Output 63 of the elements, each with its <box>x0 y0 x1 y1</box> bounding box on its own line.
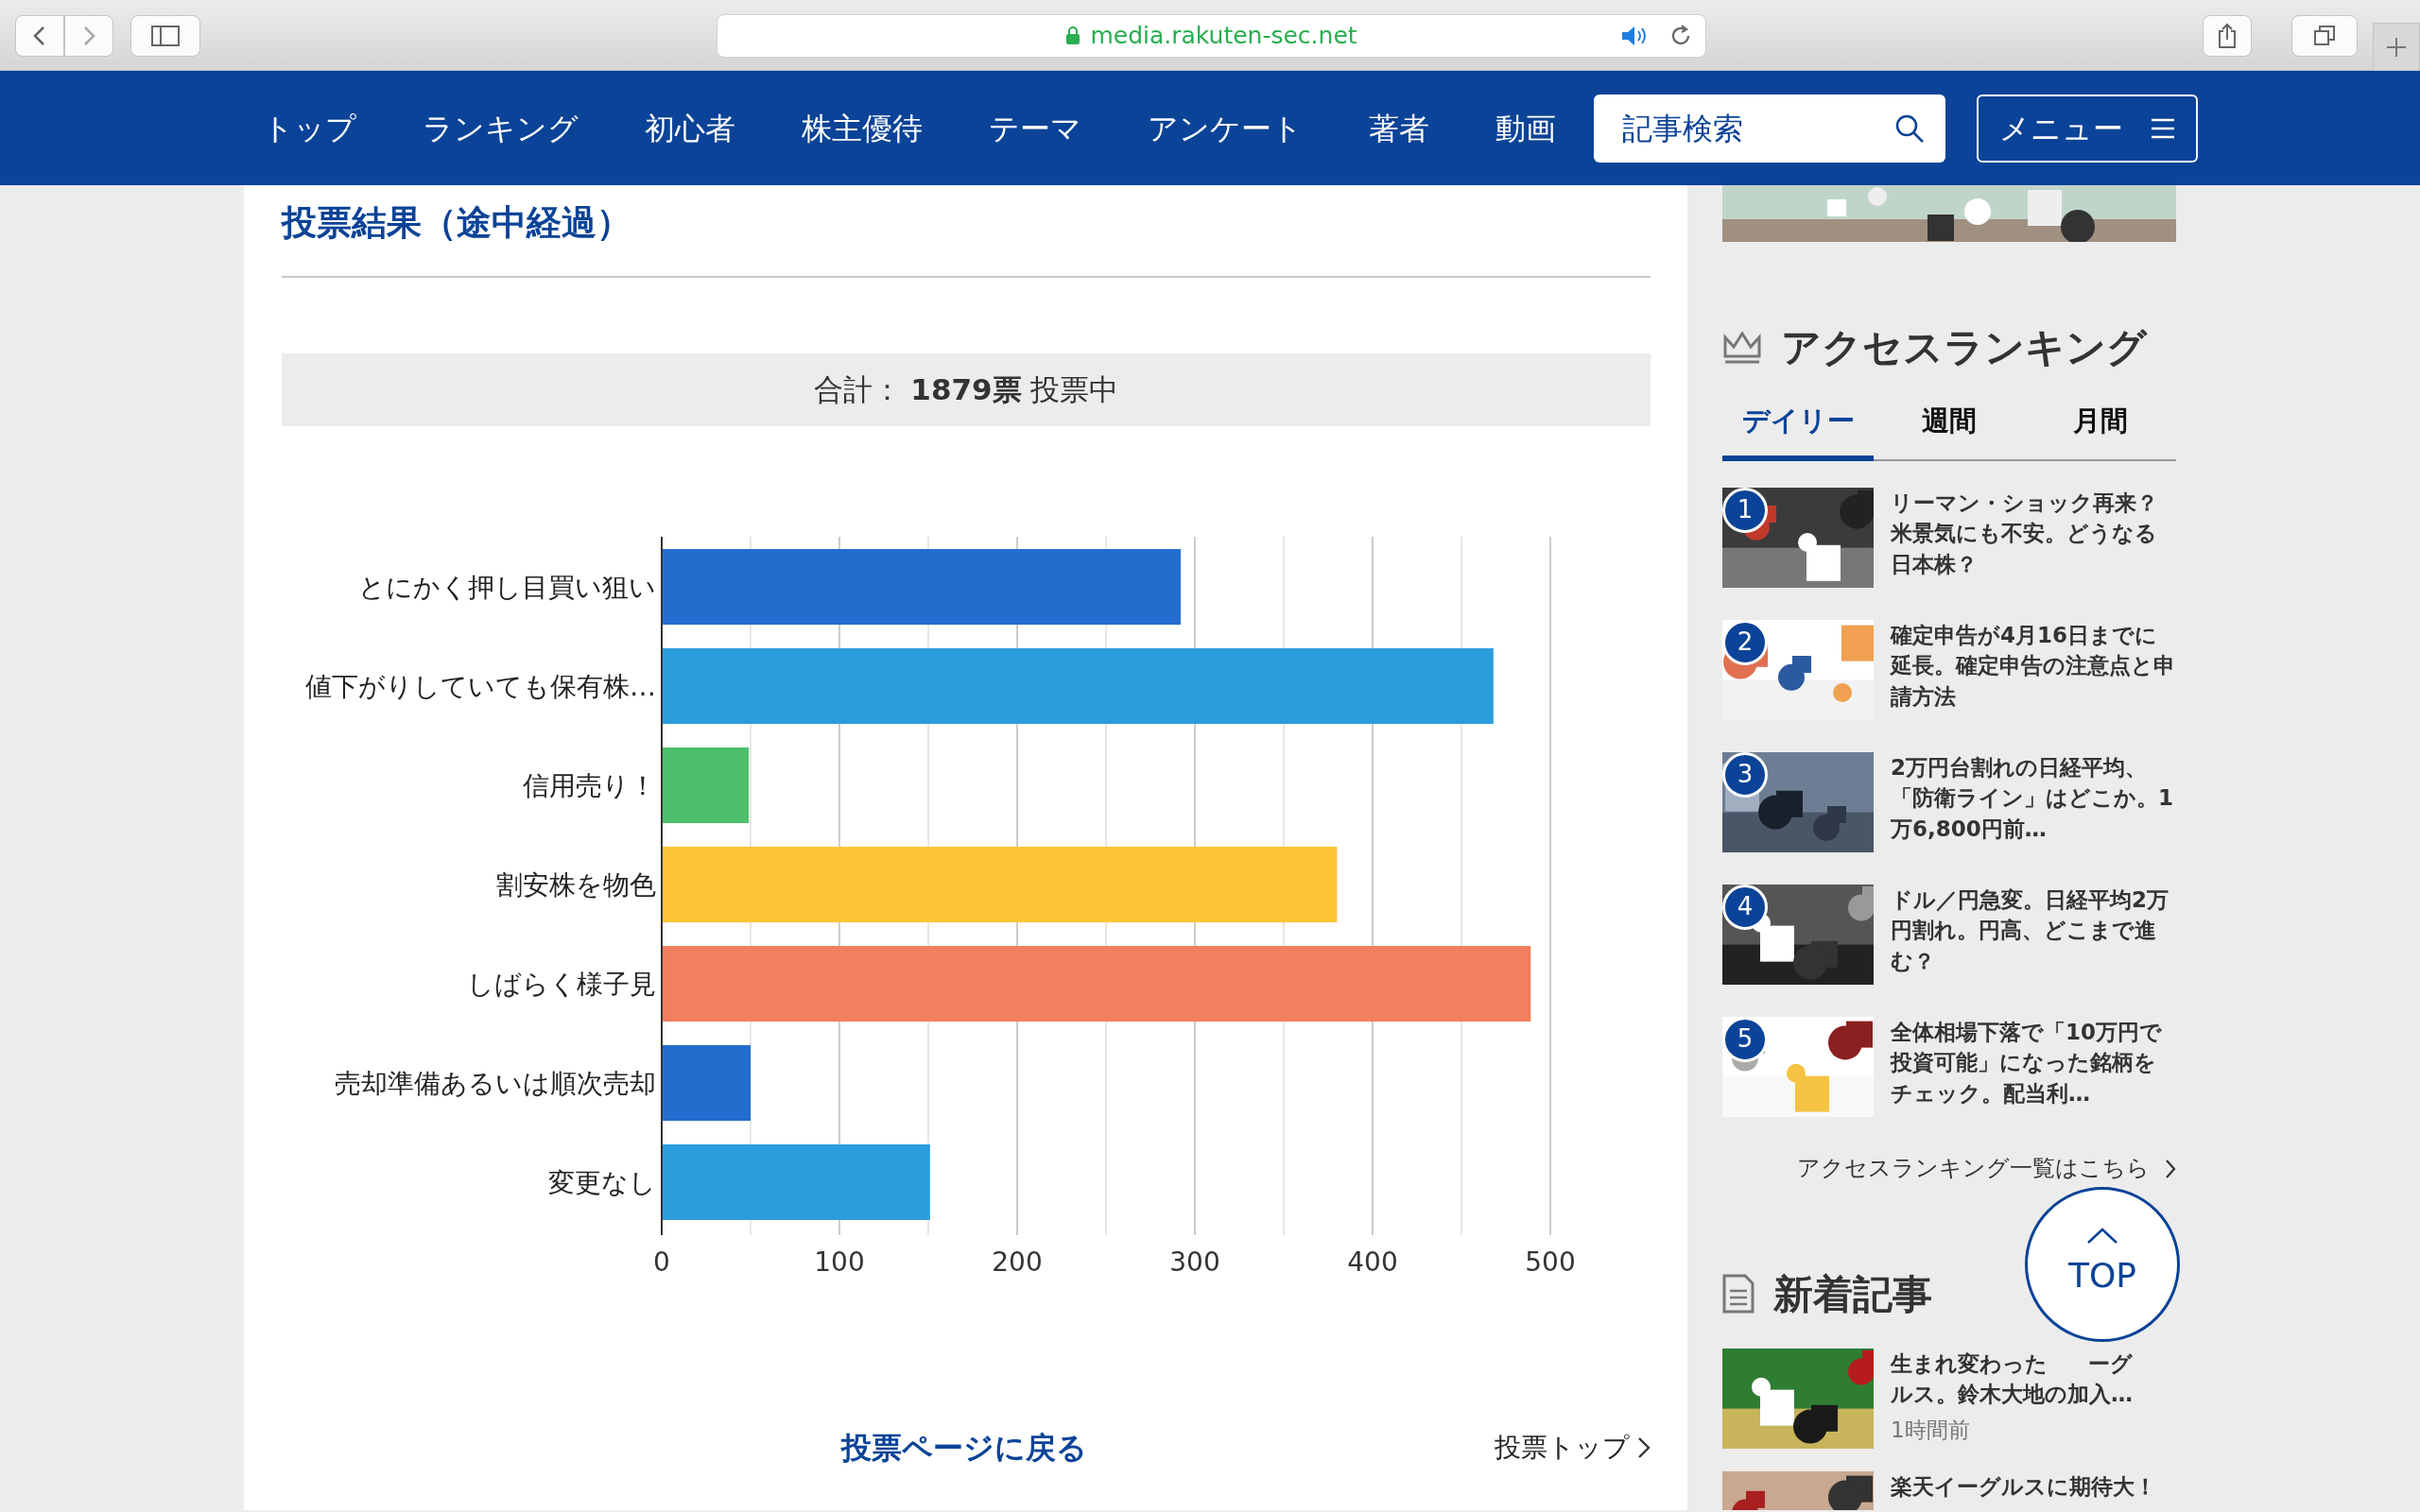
category-label: 変更なし <box>548 1166 656 1198</box>
nav-link[interactable]: 株主優待 <box>802 105 923 151</box>
back-link[interactable]: 投票ページに戻る <box>841 1424 1087 1470</box>
ranking-tab[interactable]: デイリー <box>1722 400 1874 461</box>
nav-link[interactable]: 著者 <box>1369 105 1429 151</box>
share-icon <box>2217 23 2238 49</box>
new-tab-button[interactable] <box>2373 23 2420 71</box>
category-label: とにかく押し目買い狙い <box>358 571 656 603</box>
ranking-tab[interactable]: 月間 <box>2025 400 2176 461</box>
category-label: 売却準備あるいは順次売却 <box>335 1067 656 1099</box>
category-label: 割安株を物色 <box>496 868 656 901</box>
search-field[interactable]: 記事検索 <box>1594 94 1945 163</box>
sidebar-button[interactable] <box>130 15 200 57</box>
nav-link[interactable]: アンケート <box>1148 105 1303 151</box>
section-heading: 新着記事 <box>1773 1269 1932 1319</box>
share-button[interactable] <box>2203 15 2252 57</box>
ranking-tab[interactable]: 週間 <box>1874 400 2025 461</box>
url-text: media.rakuten-sec.net <box>1090 21 1357 52</box>
crown-icon <box>1722 329 1762 366</box>
page-title: 投票結果（途中経過） <box>282 201 632 245</box>
article-time: 1時間前 <box>1891 1416 1971 1444</box>
article-link[interactable]: 2万円台割れの日経平均、「防衛ライン」はどこか。1万6,800円前… <box>1891 751 2176 852</box>
back-button[interactable] <box>15 15 64 57</box>
nav-link[interactable]: 初心者 <box>645 105 735 151</box>
tick-label: 100 <box>814 1246 865 1274</box>
tick-label: 0 <box>653 1246 670 1274</box>
search-icon <box>1894 112 1925 144</box>
article-link[interactable]: ルス。鈴木大地の加入… <box>1891 1379 2133 1410</box>
chevron-right-icon <box>1637 1435 1651 1459</box>
chevron-up-icon <box>2086 1228 2118 1245</box>
nav-link[interactable]: トップ <box>263 105 356 151</box>
ranking-list-link[interactable]: アクセスランキング一覧はこちら <box>1797 1154 2157 1181</box>
article-link[interactable]: 全体相場下落で「10万円で投資可能」になった銘柄をチェック。配当利… <box>1891 1016 2176 1117</box>
tabs-button[interactable] <box>2291 15 2358 57</box>
sidebar-icon <box>151 26 180 46</box>
article-link[interactable]: 楽天イーグルスに期待大！ <box>1891 1473 2156 1499</box>
chevron-right-icon <box>2165 1158 2176 1179</box>
tabs-icon <box>2313 25 2336 47</box>
article-link[interactable]: ドル／円急変。日経平均2万円割れ。円高、どこまで進む？ <box>1891 884 2176 985</box>
tick-label: 400 <box>1347 1246 1398 1274</box>
category-label: 信用売り！ <box>523 769 656 801</box>
plus-icon <box>2386 36 2407 58</box>
category-label: 値下がりしていても保有株… <box>305 670 656 702</box>
tick-label: 200 <box>992 1246 1043 1274</box>
article-link[interactable]: 生まれ変わった <box>1891 1348 2048 1380</box>
category-label: しばらく様子見 <box>467 968 656 1000</box>
article-link[interactable]: 確定申告が4月16日までに延長。確定申告の注意点と申請方法 <box>1891 619 2176 720</box>
nav-link[interactable]: 動画 <box>1495 105 1556 151</box>
document-icon <box>1722 1274 1754 1314</box>
lock-icon <box>1065 26 1081 45</box>
nav-link[interactable]: ランキング <box>423 105 579 151</box>
reload-icon[interactable] <box>1669 25 1692 47</box>
vote-total: 合計： 1879票 投票中 <box>813 371 1119 409</box>
back-to-top-button[interactable]: TOP <box>2025 1187 2180 1342</box>
article-link[interactable]: リーマン・ショック再来？米景気にも不安。どうなる日本株？ <box>1891 487 2176 588</box>
menu-button[interactable]: メニュー <box>1977 94 2198 163</box>
menu-icon <box>2151 117 2175 139</box>
tick-label: 300 <box>1169 1246 1220 1274</box>
vote-top-link[interactable]: 投票トップ <box>1495 1427 1651 1468</box>
article-link[interactable]: ーグ <box>2088 1348 2133 1380</box>
nav-link[interactable]: テーマ <box>989 105 1081 151</box>
section-heading: アクセスランキング <box>1781 323 2147 372</box>
tick-label: 500 <box>1525 1246 1576 1274</box>
